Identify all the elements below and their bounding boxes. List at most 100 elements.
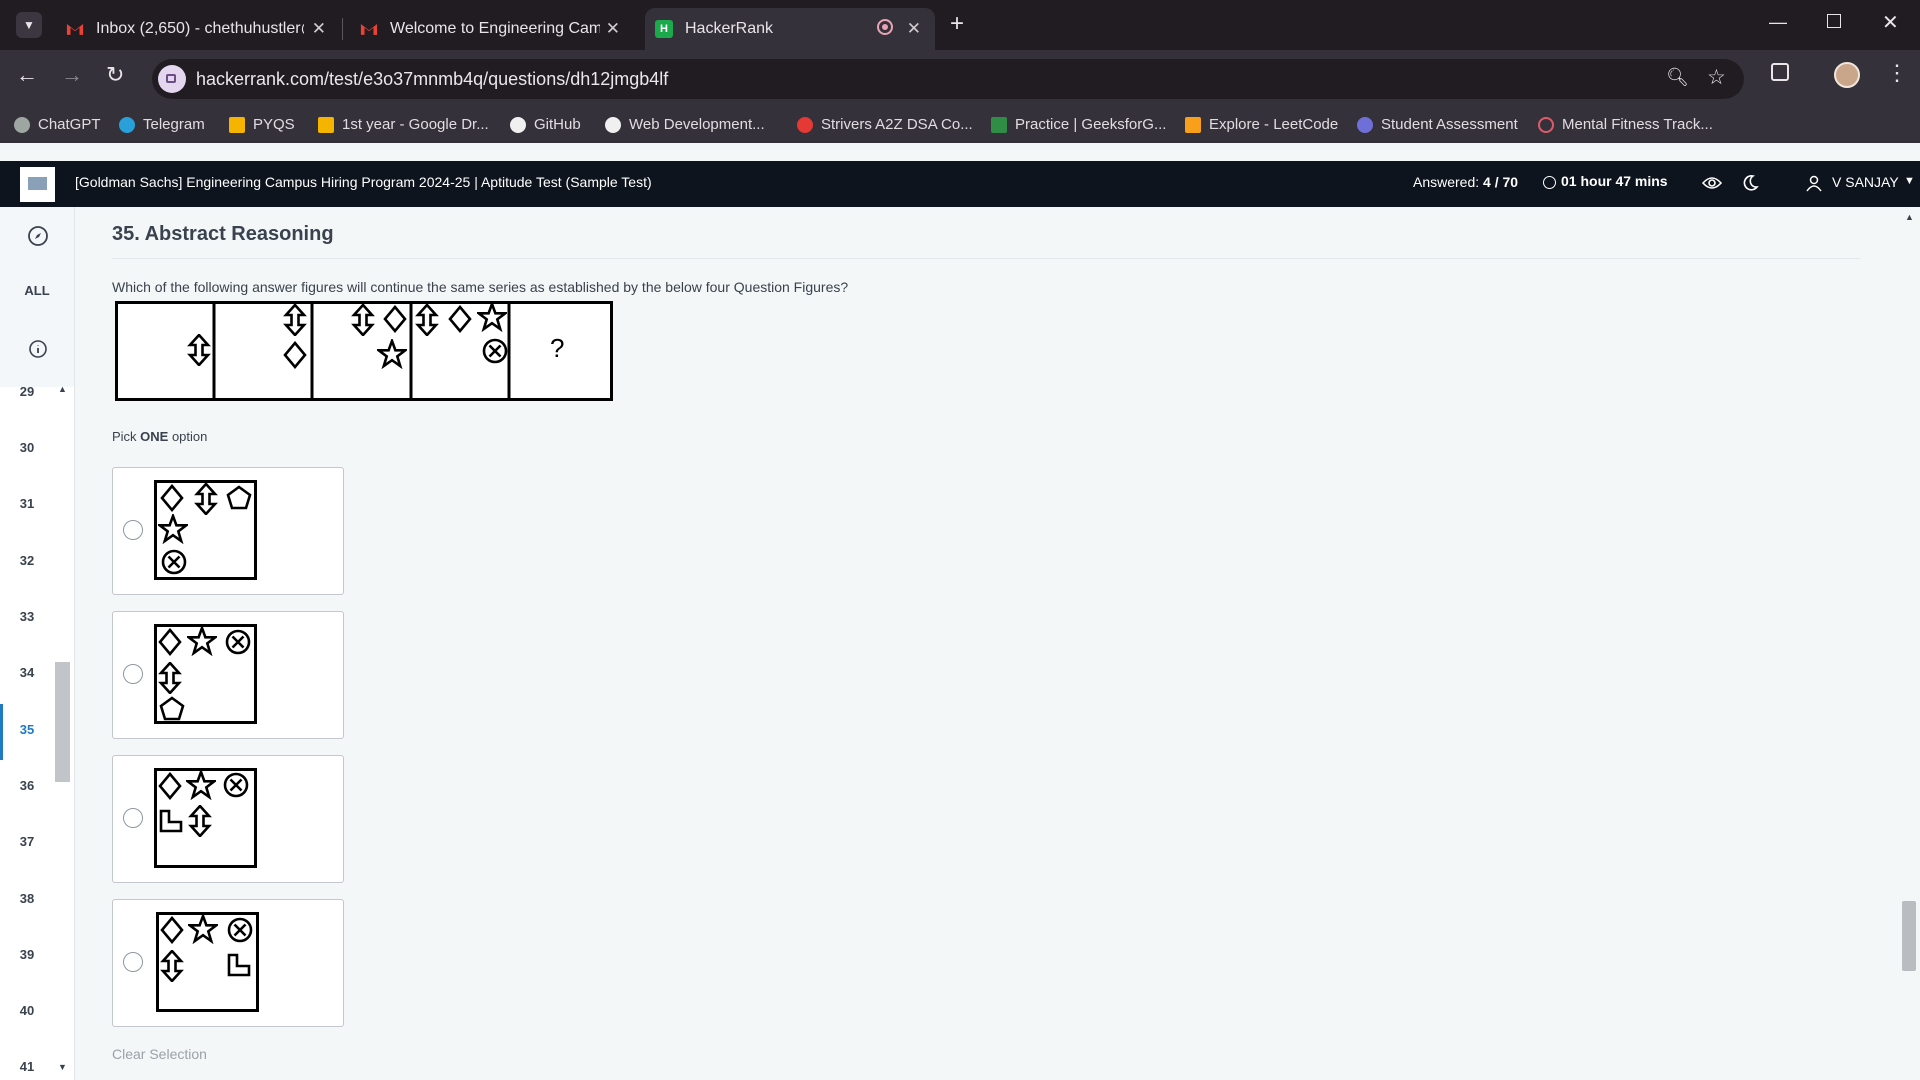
- question-nav-29[interactable]: 29: [0, 384, 54, 399]
- extensions-icon[interactable]: [1771, 63, 1789, 81]
- question-nav-39[interactable]: 39: [0, 947, 54, 962]
- unknown-figure: ?: [550, 333, 565, 363]
- bookmark-mental-fitness[interactable]: Mental Fitness Track...: [1538, 116, 1713, 133]
- bookmark-pyqs[interactable]: PYQS: [229, 116, 295, 133]
- minimize-icon[interactable]: —: [1769, 12, 1787, 33]
- circle-x-icon: [225, 629, 251, 655]
- browser-tab-bar: ▼ Inbox (2,650) - chethuhustler@g ✕ Welc…: [0, 0, 1920, 50]
- company-logo: [20, 167, 55, 202]
- clear-selection-link[interactable]: Clear Selection: [112, 1046, 207, 1062]
- answer-option-4[interactable]: [112, 899, 344, 1027]
- option-1-figure: [154, 480, 257, 580]
- tab-gmail-inbox[interactable]: Inbox (2,650) - chethuhustler@g ✕: [50, 8, 340, 50]
- option-3-figure: [154, 768, 257, 868]
- bookmark-geeksforgeeks[interactable]: Practice | GeeksforG...: [991, 116, 1166, 133]
- question-nav-41[interactable]: 41: [0, 1059, 54, 1074]
- option-2-figure: [154, 624, 257, 724]
- option-2-radio[interactable]: [123, 664, 143, 684]
- question-text: Which of the following answer figures wi…: [112, 279, 849, 295]
- page-scrollbar-thumb[interactable]: [1902, 901, 1916, 971]
- restore-icon[interactable]: [1827, 14, 1841, 28]
- circle-x-icon: [161, 549, 187, 575]
- answered-count: Answered: 4 / 70: [1413, 174, 1519, 190]
- address-bar[interactable]: hackerrank.com/test/e3o37mnmb4q/question…: [152, 59, 1744, 99]
- close-window-icon[interactable]: ✕: [1882, 10, 1899, 35]
- profile-avatar[interactable]: [1834, 62, 1860, 88]
- site-info-icon[interactable]: [158, 65, 186, 93]
- bookmark-leetcode[interactable]: Explore - LeetCode: [1185, 116, 1338, 133]
- option-4-radio[interactable]: [123, 952, 143, 972]
- divider: [112, 258, 1860, 259]
- question-nav-38[interactable]: 38: [0, 891, 54, 906]
- scroll-down-icon[interactable]: ▼: [58, 1062, 67, 1072]
- option-3-radio[interactable]: [123, 808, 143, 828]
- user-icon[interactable]: [1806, 175, 1822, 192]
- close-tab-icon[interactable]: ✕: [606, 19, 620, 39]
- user-menu-caret-icon[interactable]: ▼: [1904, 175, 1915, 187]
- bookmarks-bar: ChatGPT Telegram PYQS 1st year - Google …: [0, 107, 1920, 143]
- question-nav-35[interactable]: 35: [0, 722, 54, 737]
- test-header: [Goldman Sachs] Engineering Campus Hirin…: [0, 161, 1920, 207]
- bookmark-chatgpt[interactable]: ChatGPT: [14, 116, 101, 133]
- time-remaining: 01 hour 47 mins: [1561, 173, 1668, 189]
- url-text[interactable]: hackerrank.com/test/e3o37mnmb4q/question…: [196, 69, 668, 90]
- tab-title: Welcome to Engineering Campus: [390, 20, 600, 37]
- circle-x-icon: [223, 772, 249, 798]
- eye-icon[interactable]: [1702, 175, 1722, 191]
- bookmark-star-icon[interactable]: ☆: [1707, 65, 1726, 90]
- test-title: [Goldman Sachs] Engineering Campus Hirin…: [75, 174, 652, 190]
- forward-icon[interactable]: →: [61, 62, 83, 88]
- pick-instruction: Pick ONE option: [112, 429, 208, 444]
- zoom-icon[interactable]: 🔍︎: [1666, 67, 1689, 88]
- question-sidebar: ALL ▲ 29 30 31 32 33 34 35 36 37 38 39 4…: [0, 207, 75, 1080]
- new-tab-icon[interactable]: +: [950, 10, 964, 38]
- user-name[interactable]: V SANJAY: [1832, 174, 1899, 190]
- moon-icon[interactable]: [1741, 174, 1759, 192]
- compass-icon[interactable]: [27, 225, 49, 247]
- hackerrank-logo-icon: H: [655, 20, 673, 38]
- browser-menu-icon[interactable]: ⋮: [1886, 60, 1908, 86]
- question-nav-37[interactable]: 37: [0, 834, 54, 849]
- bookmark-web-development[interactable]: Web Development...: [605, 116, 765, 133]
- gmail-icon: [360, 24, 378, 35]
- sidebar-scrollbar[interactable]: [55, 662, 70, 782]
- question-nav-33[interactable]: 33: [0, 609, 54, 624]
- page-scroll-up-icon[interactable]: ▲: [1905, 212, 1914, 222]
- scroll-up-icon[interactable]: ▲: [58, 384, 67, 394]
- question-nav-32[interactable]: 32: [0, 553, 54, 568]
- reload-icon[interactable]: ↻: [106, 62, 124, 88]
- question-title: 35. Abstract Reasoning: [112, 223, 334, 245]
- circle-x-icon: [227, 917, 253, 943]
- circle-x-icon: [482, 338, 508, 364]
- gmail-icon: [66, 24, 84, 35]
- bookmark-github[interactable]: GitHub: [510, 116, 581, 133]
- browser-toolbar: ← → ↻ hackerrank.com/test/e3o37mnmb4q/qu…: [0, 50, 1920, 107]
- tab-hackerrank[interactable]: H HackerRank ✕: [645, 8, 935, 50]
- info-icon[interactable]: [28, 339, 48, 359]
- tab-title: Inbox (2,650) - chethuhustler@g: [96, 20, 304, 37]
- answer-option-3[interactable]: [112, 755, 344, 883]
- tab-welcome-engineering[interactable]: Welcome to Engineering Campus ✕: [344, 8, 634, 50]
- question-nav-40[interactable]: 40: [0, 1003, 54, 1018]
- answer-option-2[interactable]: [112, 611, 344, 739]
- option-1-radio[interactable]: [123, 520, 143, 540]
- tab-title: HackerRank: [685, 20, 774, 37]
- close-tab-icon[interactable]: ✕: [907, 19, 921, 39]
- bookmark-google-drive[interactable]: 1st year - Google Dr...: [318, 116, 489, 133]
- all-questions-tab[interactable]: ALL: [0, 283, 74, 298]
- option-4-figure: [156, 912, 259, 1012]
- back-icon[interactable]: ←: [16, 62, 38, 88]
- question-nav-34[interactable]: 34: [0, 665, 54, 680]
- bookmark-telegram[interactable]: Telegram: [119, 116, 205, 133]
- recording-icon: [877, 19, 893, 35]
- bookmark-strivers[interactable]: Strivers A2Z DSA Co...: [797, 116, 973, 133]
- question-nav-30[interactable]: 30: [0, 440, 54, 455]
- clock-icon: [1543, 176, 1556, 189]
- question-nav-31[interactable]: 31: [0, 496, 54, 511]
- bookmark-student-assessment[interactable]: Student Assessment: [1357, 116, 1518, 133]
- question-figures: [115, 301, 613, 401]
- question-nav-36[interactable]: 36: [0, 778, 54, 793]
- close-tab-icon[interactable]: ✕: [312, 19, 326, 39]
- tab-search-icon[interactable]: ▼: [16, 12, 42, 38]
- answer-option-1[interactable]: [112, 467, 344, 595]
